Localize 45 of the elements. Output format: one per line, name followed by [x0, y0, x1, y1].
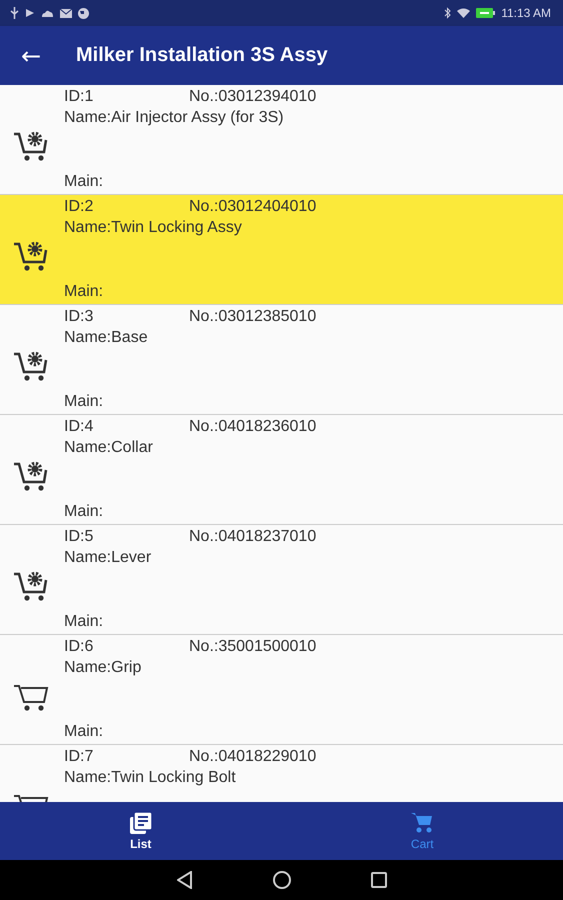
wifi-icon	[457, 8, 470, 18]
item-name: Name:Twin Locking Bolt	[64, 769, 237, 787]
item-name: Name:Air Injector Assy (for 3S)	[64, 109, 285, 127]
item-number: No.:04018237010	[189, 528, 316, 546]
list-icon	[130, 812, 152, 834]
home-icon[interactable]	[272, 871, 290, 889]
item-name: Name:Base	[64, 329, 149, 347]
cloud-icon	[41, 9, 54, 17]
part-row[interactable]: ID:2 No.:03012404010 Name:Twin Locking Assy Main:	[0, 195, 563, 305]
item-id: ID:6	[64, 638, 94, 656]
item-number: No.:35001500010	[189, 638, 316, 656]
item-main: Main:	[64, 283, 104, 301]
item-main: Main:	[64, 723, 104, 741]
recents-icon[interactable]	[370, 872, 386, 888]
item-name: Name:Lever	[64, 549, 152, 567]
item-id: ID:4	[64, 418, 94, 436]
page-title: Milker Installation 3S Assy	[76, 44, 328, 67]
item-main: Main:	[64, 503, 104, 521]
item-main: Main:	[64, 173, 104, 191]
usb-icon	[10, 7, 19, 19]
item-id: ID:3	[64, 308, 94, 326]
globe-icon	[78, 8, 89, 18]
bluetooth-icon	[444, 7, 452, 19]
item-main: Main:	[64, 613, 104, 631]
item-number: No.:04018236010	[189, 418, 316, 436]
play-icon	[25, 8, 35, 18]
item-number: No.:04018229010	[189, 748, 316, 766]
status-time: 11:13 AM	[501, 6, 551, 20]
cart-icon	[411, 812, 434, 834]
item-name: Name:Collar	[64, 439, 154, 457]
item-id: ID:1	[64, 88, 94, 106]
item-id: ID:5	[64, 528, 94, 546]
mail-icon	[60, 8, 72, 18]
nav-tab[interactable]: List	[0, 802, 282, 860]
back-button[interactable]: ←	[0, 42, 62, 70]
item-name: Name:Grip	[64, 659, 142, 677]
item-number: No.:03012394010	[189, 88, 316, 106]
item-id: ID:2	[64, 198, 94, 216]
item-main: Main:	[64, 393, 104, 411]
battery-icon	[476, 8, 496, 18]
item-number: No.:03012404010	[189, 198, 316, 216]
item-id: ID:7	[64, 748, 94, 766]
item-number: No.:03012385010	[189, 308, 316, 326]
item-name: Name:Twin Locking Assy	[64, 219, 243, 237]
back-icon[interactable]	[176, 871, 192, 889]
